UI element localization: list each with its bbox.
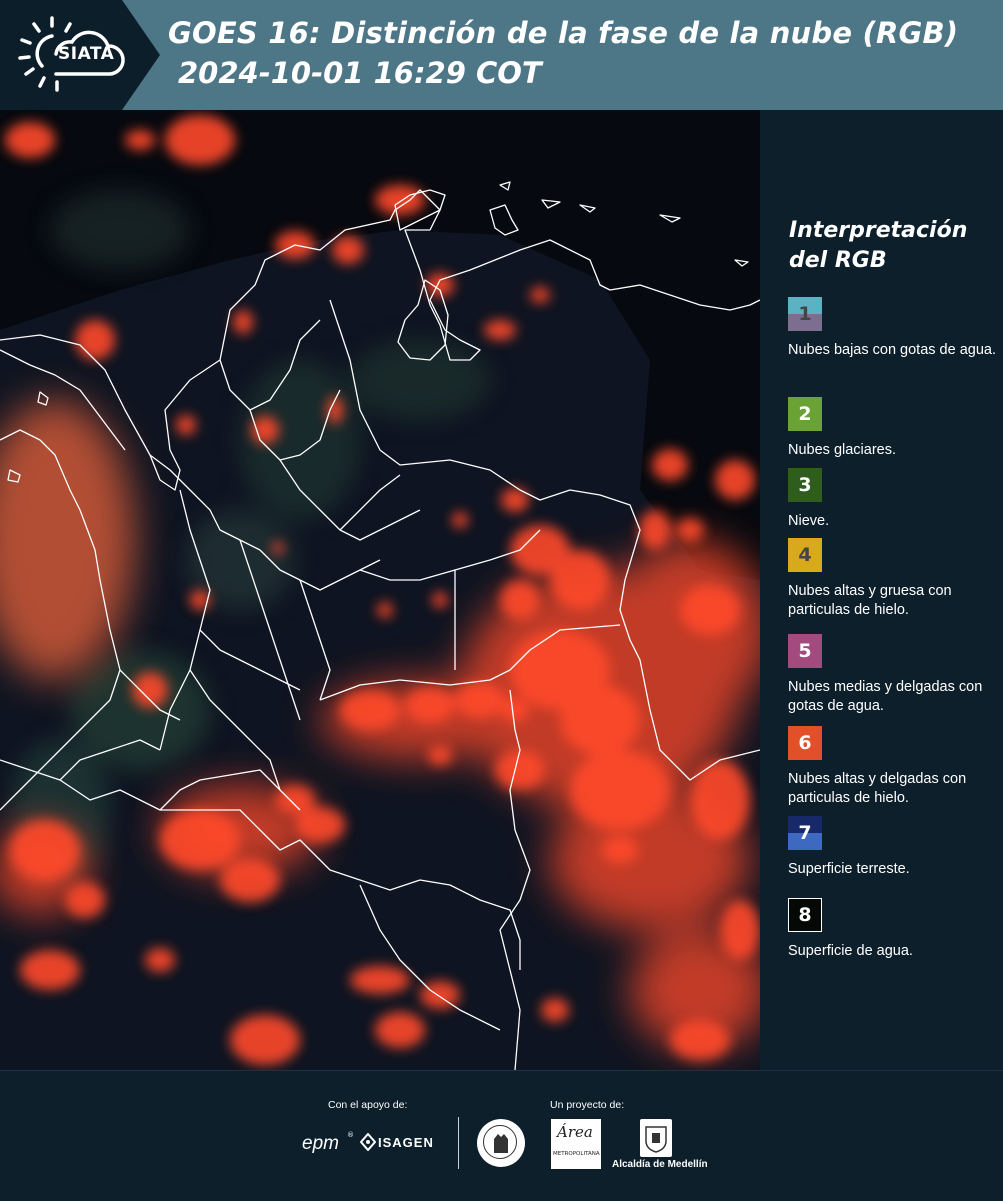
- satellite-map: [0, 110, 760, 1070]
- support-label: Con el apoyo de:: [328, 1099, 408, 1111]
- legend-item-7: 7 Superficie terreste.: [788, 816, 998, 879]
- legend-number: 2: [798, 403, 812, 425]
- epm-logo: epm: [302, 1133, 339, 1154]
- legend-item-1: 1 Nubes bajas con gotas de agua.: [788, 297, 998, 360]
- legend-label: Nubes bajas con gotas de agua.: [788, 342, 996, 358]
- legend-swatch: 6: [788, 726, 822, 760]
- satellite-image: [0, 110, 760, 1070]
- legend-number: 5: [798, 640, 812, 662]
- legend-label: Nubes medias y delgadas con gotas de agu…: [788, 679, 983, 714]
- timestamp: 2024-10-01 16:29 COT: [178, 56, 542, 90]
- legend-number: 6: [798, 732, 812, 754]
- legend-swatch: 4: [788, 538, 822, 572]
- legend-swatch: 2: [788, 397, 822, 431]
- legend-label: Nubes glaciares.: [788, 442, 896, 458]
- alcaldia-label: Alcaldía de Medellín: [612, 1159, 708, 1170]
- page-title: GOES 16: Distinción de la fase de la nub…: [168, 16, 959, 50]
- legend-label: Nieve.: [788, 513, 830, 529]
- legend-swatch: 5: [788, 634, 822, 668]
- legend-label: Nubes altas y delgadas con particulas de…: [788, 771, 967, 806]
- legend-item-6: 6 Nubes altas y delgadas con particulas d…: [788, 726, 998, 808]
- legend-label: Nubes altas y gruesa con particulas de h…: [788, 583, 952, 618]
- siata-logo-text: SIATA: [58, 44, 115, 64]
- amva-logo: Área METROPOLITANA: [551, 1119, 601, 1169]
- legend-item-2: 2 Nubes glaciares.: [788, 397, 998, 460]
- siata-logo-panel: SIATA: [0, 0, 160, 110]
- registered-icon: ®: [347, 1131, 354, 1139]
- legend-title: Interpretación del RGB: [789, 218, 968, 273]
- legend-number: 1: [798, 303, 812, 325]
- legend-item-5: 5 Nubes medias y delgadas con gotas de ag…: [788, 634, 998, 716]
- footer: Con el apoyo de: Un proyecto de: epm ® I…: [0, 1070, 1003, 1201]
- footer-divider: [458, 1117, 459, 1169]
- legend-swatch: 8: [788, 898, 822, 932]
- legend-number: 3: [798, 474, 812, 496]
- legend-number: 7: [798, 822, 812, 844]
- header-bar: SIATA GOES 16: Distinción de la fase de …: [0, 0, 1003, 110]
- legend-item-4: 4 Nubes altas y gruesa con particulas de …: [788, 538, 998, 620]
- legend-number: 4: [798, 544, 812, 566]
- isagen-icon: [359, 1132, 377, 1152]
- legend-label: Superficie de agua.: [788, 943, 913, 959]
- university-seal-icon: [477, 1119, 525, 1167]
- legend-item-3: 3 Nieve.: [788, 468, 998, 531]
- project-label: Un proyecto de:: [550, 1099, 625, 1111]
- alcaldia-seal-icon: [640, 1119, 672, 1157]
- legend-item-8: 8 Superficie de agua.: [788, 898, 998, 961]
- legend-swatch: 1: [788, 297, 822, 331]
- isagen-logo: ISAGEN: [378, 1135, 434, 1150]
- legend-label: Superficie terreste.: [788, 861, 910, 877]
- legend-number: 8: [798, 904, 812, 926]
- legend-swatch: 3: [788, 468, 822, 502]
- legend-swatch: 7: [788, 816, 822, 850]
- legend-panel: Interpretación del RGB 1 Nubes bajas con …: [760, 110, 1003, 1070]
